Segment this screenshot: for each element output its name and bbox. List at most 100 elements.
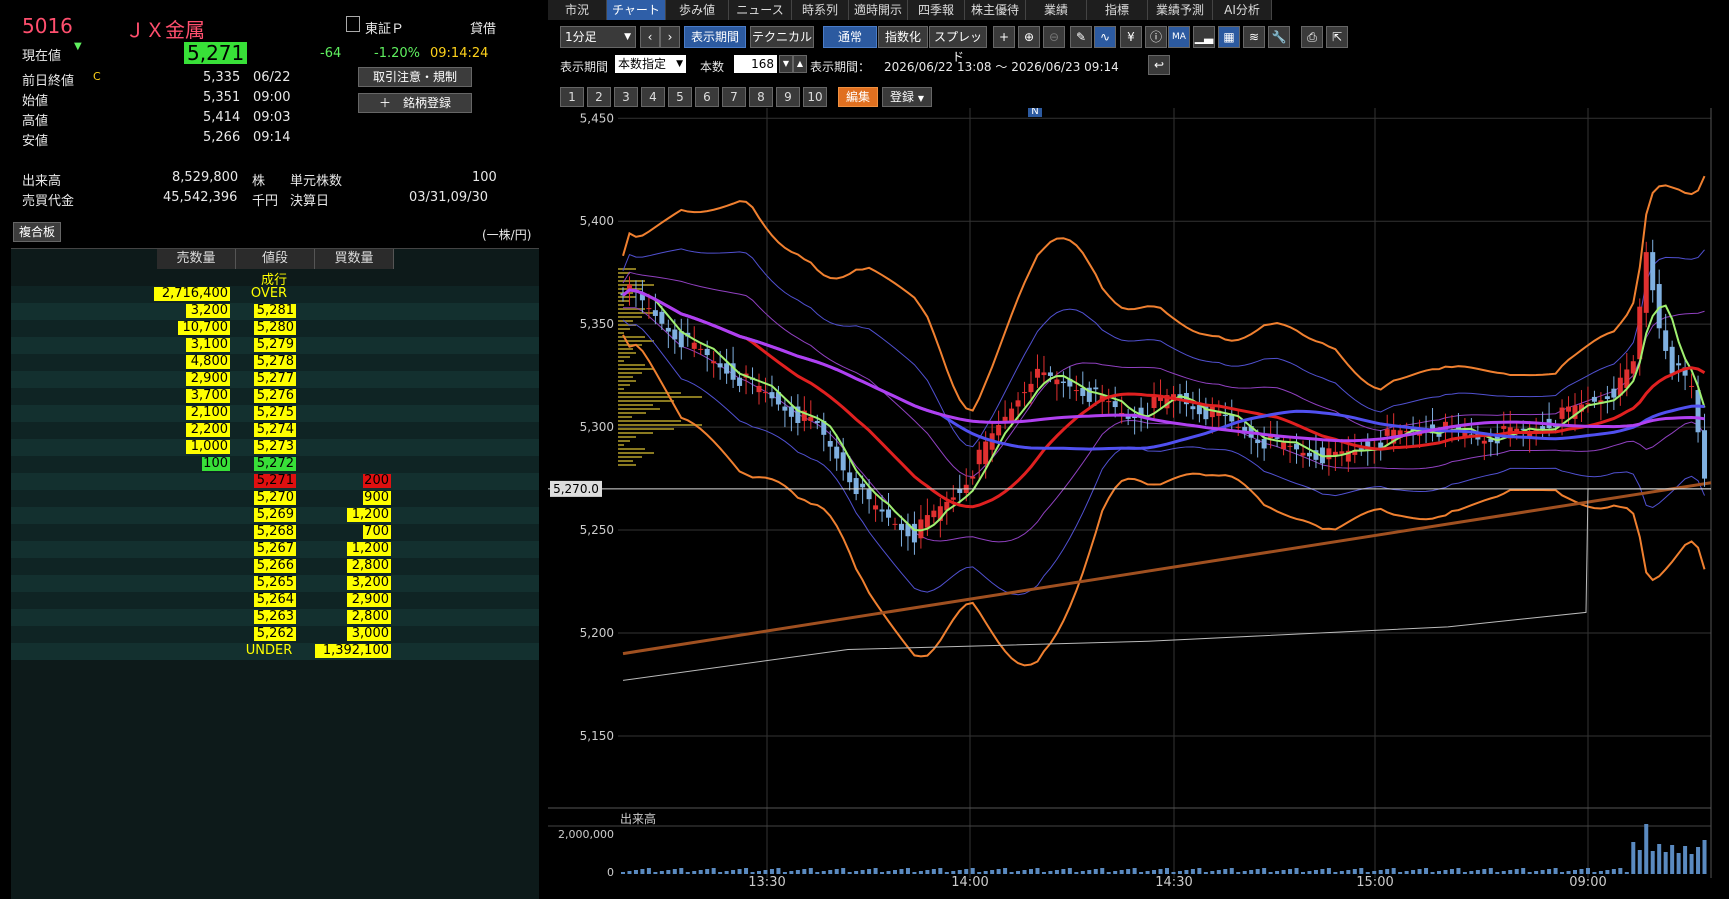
order-book-row[interactable]: 1,000 5,273 bbox=[11, 439, 539, 456]
order-book-row[interactable]: 3,700 5,276 bbox=[11, 388, 539, 405]
order-book-row[interactable]: 5,266 2,800 bbox=[11, 558, 539, 575]
order-book-row[interactable]: 2,100 5,275 bbox=[11, 405, 539, 422]
grid-icon[interactable]: ▦ bbox=[1218, 26, 1240, 48]
order-book-row[interactable]: 5,262 3,000 bbox=[11, 626, 539, 643]
yen-icon[interactable]: ¥ bbox=[1120, 26, 1142, 48]
prev-arrow-icon[interactable]: ‹ bbox=[640, 26, 660, 48]
document-icon[interactable] bbox=[346, 16, 360, 32]
order-book-row[interactable]: 5,270 900 bbox=[11, 490, 539, 507]
info-icon[interactable]: ⓘ bbox=[1145, 26, 1167, 48]
order-book-row[interactable]: 5,267 1,200 bbox=[11, 541, 539, 558]
next-arrow-icon[interactable]: › bbox=[660, 26, 680, 48]
interval-select[interactable]: 1分足 ▼ bbox=[560, 26, 636, 48]
volume-bar bbox=[1022, 870, 1027, 874]
order-book-row[interactable]: 5,271 200 bbox=[11, 473, 539, 490]
tab-9[interactable]: 指標 bbox=[1087, 0, 1148, 20]
volume-bar bbox=[1275, 871, 1280, 874]
volume-bar bbox=[1488, 868, 1493, 874]
wrench-icon[interactable]: 🔧 bbox=[1268, 26, 1290, 48]
register-stock-button[interactable]: ＋ 銘柄登録 bbox=[358, 93, 472, 113]
cumulative-line bbox=[622, 488, 1711, 681]
crosshair-icon[interactable]: + bbox=[993, 26, 1015, 48]
zoom-out-icon[interactable]: ⊖ bbox=[1043, 26, 1065, 48]
technical-button[interactable]: テクニカル bbox=[750, 26, 814, 48]
volume-bar bbox=[880, 872, 885, 874]
tab-11[interactable]: AI分析 bbox=[1213, 0, 1272, 20]
candle bbox=[711, 361, 717, 364]
normal-button[interactable]: 通常 bbox=[823, 26, 877, 48]
preset-button-5[interactable]: 5 bbox=[668, 87, 692, 107]
order-book-row[interactable]: 2,200 5,274 bbox=[11, 422, 539, 439]
preset-button-7[interactable]: 7 bbox=[722, 87, 746, 107]
volume-profile-bar bbox=[618, 280, 645, 282]
preset-button-4[interactable]: 4 bbox=[641, 87, 665, 107]
index-button[interactable]: 指数化 bbox=[878, 26, 928, 48]
volume-bars-icon[interactable]: ▁▃ bbox=[1193, 26, 1215, 48]
tab-0[interactable]: 市況 bbox=[548, 0, 607, 20]
tab-4[interactable]: 時系列 bbox=[792, 0, 849, 20]
tab-10[interactable]: 業績予測 bbox=[1148, 0, 1213, 20]
order-book-row[interactable]: 5,265 3,200 bbox=[11, 575, 539, 592]
tab-7[interactable]: 株主優待 bbox=[965, 0, 1026, 20]
period-mode-select[interactable]: 本数指定 ▼ bbox=[615, 55, 686, 73]
count-input[interactable]: 168 bbox=[734, 55, 777, 73]
pencil-icon[interactable]: ✎ bbox=[1070, 26, 1092, 48]
order-book-row[interactable]: 100 5,272 bbox=[11, 456, 539, 473]
price-level: 5,279 bbox=[254, 338, 296, 352]
export-icon[interactable]: ⇱ bbox=[1326, 26, 1348, 48]
volume-bar bbox=[847, 872, 852, 874]
tab-1[interactable]: チャート bbox=[607, 0, 666, 20]
candle bbox=[879, 509, 885, 512]
order-book-row[interactable]: 3,200 5,281 bbox=[11, 303, 539, 320]
period-button[interactable]: 表示期間 bbox=[684, 26, 746, 48]
tab-3[interactable]: ニュース bbox=[729, 0, 792, 20]
moving-average-icon[interactable]: MA bbox=[1168, 26, 1190, 48]
volume-bar bbox=[1644, 824, 1649, 874]
order-book-row[interactable]: 5,264 2,900 bbox=[11, 592, 539, 609]
preset-button-9[interactable]: 9 bbox=[776, 87, 800, 107]
preset-button-8[interactable]: 8 bbox=[749, 87, 773, 107]
volume-profile-bar bbox=[618, 364, 645, 366]
order-book-row[interactable]: 2,900 5,277 bbox=[11, 371, 539, 388]
volume-bar bbox=[1449, 869, 1454, 874]
volume-bar bbox=[1385, 869, 1390, 874]
preset-button-6[interactable]: 6 bbox=[695, 87, 719, 107]
volume-bar bbox=[1657, 844, 1662, 874]
candle bbox=[860, 483, 866, 488]
preset-button-2[interactable]: 2 bbox=[587, 87, 611, 107]
tab-2[interactable]: 歩み値 bbox=[666, 0, 729, 20]
preset-button-10[interactable]: 10 bbox=[803, 87, 827, 107]
volume-bar bbox=[1177, 871, 1182, 874]
volume-profile-bar bbox=[618, 432, 653, 434]
edit-button[interactable]: 編集 bbox=[838, 87, 878, 107]
order-book-row[interactable]: 2,716,400 OVER bbox=[11, 286, 539, 303]
zoom-in-icon[interactable]: ⊕ bbox=[1018, 26, 1040, 48]
tab-6[interactable]: 四季報 bbox=[908, 0, 965, 20]
order-book-row[interactable]: 5,263 2,800 bbox=[11, 609, 539, 626]
preset-button-1[interactable]: 1 bbox=[560, 87, 584, 107]
count-up-icon[interactable]: ▲ bbox=[793, 55, 807, 73]
oscillator-icon[interactable]: ≋ bbox=[1243, 26, 1265, 48]
volume-bar bbox=[1223, 869, 1228, 874]
order-book-row[interactable]: 4,800 5,278 bbox=[11, 354, 539, 371]
order-book-row[interactable]: 3,100 5,279 bbox=[11, 337, 539, 354]
order-book-row[interactable]: 10,700 5,280 bbox=[11, 320, 539, 337]
order-book-row[interactable]: 5,269 1,200 bbox=[11, 507, 539, 524]
print-icon[interactable]: ⎙ bbox=[1301, 26, 1323, 48]
trade-notice-button[interactable]: 取引注意・規制 bbox=[358, 67, 472, 87]
price-chart[interactable]: 5,450 5,400 5,350 5,300 5,250 5,200 5,150 13:30… bbox=[548, 108, 1729, 898]
order-book-row[interactable]: 5,268 700 bbox=[11, 524, 539, 541]
turnover-value: 45,542,396 bbox=[163, 190, 238, 205]
spread-button[interactable]: スプレッド bbox=[929, 26, 987, 64]
tab-8[interactable]: 業績 bbox=[1026, 0, 1087, 20]
board-tab[interactable]: 複合板 bbox=[13, 222, 61, 242]
undo-icon[interactable]: ↩ bbox=[1148, 55, 1170, 75]
preset-button-3[interactable]: 3 bbox=[614, 87, 638, 107]
tab-5[interactable]: 適時開示 bbox=[849, 0, 908, 20]
line-chart-icon[interactable]: ∿ bbox=[1094, 26, 1116, 48]
count-down-icon[interactable]: ▼ bbox=[779, 55, 793, 73]
order-book-row[interactable]: UNDER 1,392,100 bbox=[11, 643, 539, 660]
candle bbox=[1002, 416, 1008, 421]
register-button[interactable]: 登録 ▼ bbox=[882, 87, 932, 107]
volume-bar bbox=[1003, 868, 1008, 874]
